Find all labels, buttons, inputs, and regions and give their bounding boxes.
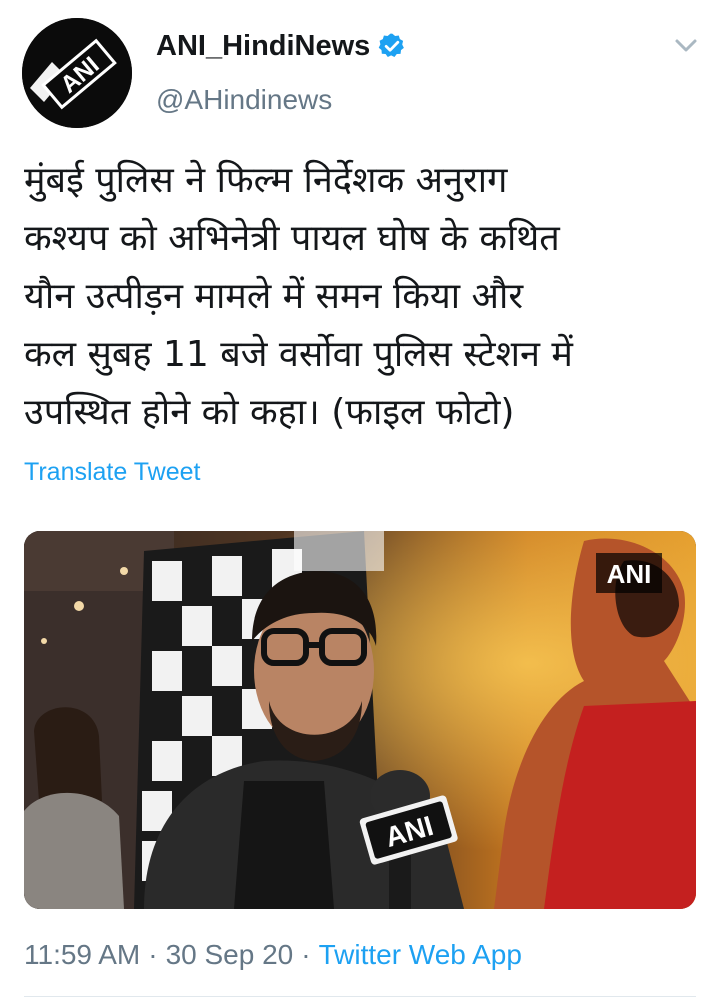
chevron-down-icon[interactable] xyxy=(672,36,700,56)
tweet-text: मुंबई पुलिस ने फिल्म निर्देशक अनुराग कश्… xyxy=(24,152,700,442)
tweet-text-line: उपस्थित होने को कहा। (फाइल फोटो) xyxy=(24,392,515,433)
display-name[interactable]: ANI_HindiNews xyxy=(156,28,370,64)
tweet-text-line: कल सुबह 11 बजे वर्सोवा पुलिस स्टेशन में xyxy=(24,334,573,375)
tweet-media-image[interactable]: ANI ANI xyxy=(24,531,696,909)
translate-tweet-link[interactable]: Translate Tweet xyxy=(24,458,200,487)
tweet-time[interactable]: 11:59 AM xyxy=(24,939,140,970)
tweet-text-line: कश्यप को अभिनेत्री पायल घोष के कथित xyxy=(24,218,560,259)
tweet-meta: 11:59 AM · 30 Sep 20 · Twitter Web App xyxy=(24,939,522,970)
tweet-source-link[interactable]: Twitter Web App xyxy=(319,939,522,970)
avatar[interactable]: ANI xyxy=(22,18,132,128)
tweet-text-line: यौन उत्पीड़न मामले में समन किया और xyxy=(24,276,524,317)
ani-watermark: ANI xyxy=(596,553,662,593)
tweet-text-line: मुंबई पुलिस ने फिल्म निर्देशक अनुराग xyxy=(24,160,508,201)
divider xyxy=(24,996,696,997)
ani-logo: ANI xyxy=(22,18,132,128)
tweet-date[interactable]: 30 Sep 20 xyxy=(166,939,294,970)
user-handle[interactable]: @AHindinews xyxy=(156,82,406,118)
tweet-author: ANI_HindiNews @AHindinews xyxy=(156,28,406,118)
verified-badge-icon xyxy=(379,33,405,57)
watermark-text: ANI xyxy=(607,559,652,589)
